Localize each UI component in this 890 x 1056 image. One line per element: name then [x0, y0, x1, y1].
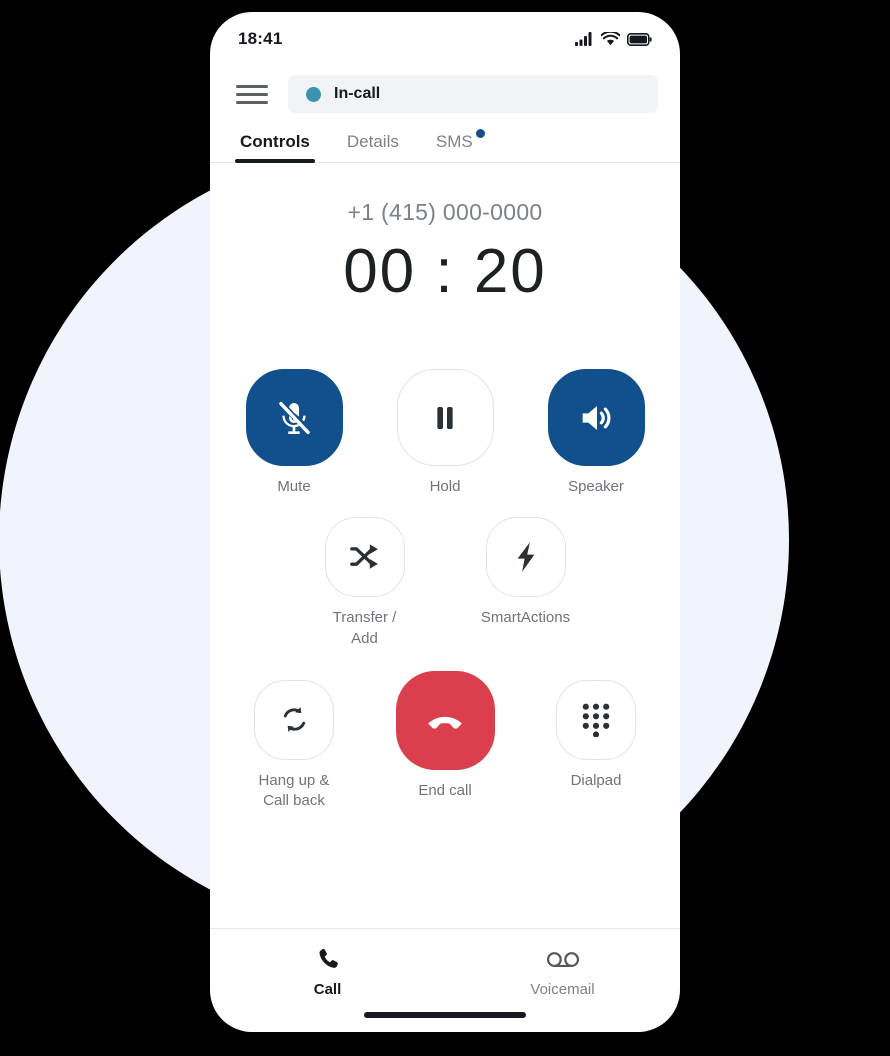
refresh-callback-icon [283, 707, 305, 733]
tab-controls-label: Controls [240, 132, 310, 151]
hold-button[interactable]: Hold [383, 369, 508, 497]
tab-details[interactable]: Details [345, 132, 401, 162]
hangup-callback-button[interactable]: Hang up & Call back [232, 671, 357, 812]
hold-button-surface [396, 369, 494, 466]
home-indicator [364, 1012, 526, 1018]
tab-controls[interactable]: Controls [235, 132, 315, 163]
tab-bar: Controls Details SMS [210, 122, 680, 163]
nav-item-call-label: Call [313, 981, 342, 998]
dialpad-icon [582, 703, 610, 737]
speaker-icon [582, 405, 611, 430]
dialpad-button[interactable]: Dialpad [534, 671, 659, 791]
transfer-add-button-surface [324, 517, 405, 598]
hold-button-label: Hold [429, 478, 461, 495]
transfer-add-button-label: Transfer / Add [333, 608, 397, 649]
wifi-icon [601, 32, 620, 46]
unread-badge-icon [475, 129, 485, 138]
lightning-bolt-icon [517, 542, 534, 572]
control-row-tertiary: Hang up & Call back End call Dialpad [210, 670, 680, 812]
status-dot-icon [306, 86, 321, 102]
phone-device-frame: 18:41 In-call Controls Details SMS +1 (4… [210, 12, 680, 1032]
hangup-callback-button-label: Hang up & Call back [259, 771, 330, 812]
microphone-muted-icon [279, 400, 311, 434]
tab-sms-label: SMS [435, 132, 473, 151]
dialpad-button-surface [556, 679, 636, 760]
caller-phone-number: +1 (415) 000-0000 [347, 199, 543, 225]
end-call-button-label: End call [418, 781, 472, 799]
call-control-grid: Mute Hold Speaker Transfer / Add SmartAc… [210, 369, 680, 811]
screenshot-root: 18:41 In-call Controls Details SMS +1 (4… [0, 0, 890, 1056]
shuffle-transfer-icon [349, 544, 378, 569]
app-header: In-call [210, 66, 680, 122]
mute-button-surface [245, 369, 343, 466]
mute-button[interactable]: Mute [232, 369, 357, 497]
call-duration-timer: 00 : 20 [343, 237, 547, 306]
status-bar: 18:41 [210, 12, 680, 66]
battery-full-icon [627, 32, 652, 46]
call-status-label: In-call [334, 85, 381, 102]
end-call-button-surface [395, 670, 495, 770]
cellular-signal-icon [575, 32, 592, 46]
mute-button-label: Mute [277, 478, 311, 495]
voicemail-icon [546, 952, 579, 967]
hamburger-menu-icon[interactable] [236, 84, 268, 104]
smartactions-button-label: SmartActions [480, 609, 571, 627]
pause-icon [437, 406, 453, 429]
speaker-button-label: Speaker [568, 478, 624, 495]
tab-details-label: Details [346, 132, 399, 151]
dialpad-button-label: Dialpad [570, 771, 622, 789]
speaker-button[interactable]: Speaker [534, 369, 659, 497]
speaker-button-surface [547, 369, 645, 466]
transfer-label-line2: Add [351, 629, 378, 647]
tab-sms[interactable]: SMS [434, 129, 485, 162]
control-row-secondary: Transfer / Add SmartActions [210, 517, 680, 649]
status-bar-icons [575, 32, 652, 46]
transfer-label-line1: Transfer / [332, 609, 397, 627]
nav-item-call[interactable]: Call [210, 946, 445, 998]
hangup-label-line1: Hang up & [258, 771, 330, 789]
call-controls-panel: +1 (415) 000-0000 00 : 20 Mute Hold Spea… [210, 163, 680, 928]
smartactions-button-surface [485, 517, 566, 598]
call-status-pill[interactable]: In-call [288, 75, 658, 113]
nav-item-voicemail[interactable]: Voicemail [445, 946, 680, 998]
hangup-callback-button-surface [254, 679, 334, 760]
hangup-label-line2: Call back [263, 792, 325, 809]
end-call-icon [428, 717, 462, 729]
status-bar-time: 18:41 [238, 29, 283, 48]
nav-item-voicemail-label: Voicemail [530, 981, 595, 998]
end-call-button[interactable]: End call [383, 670, 508, 801]
smartactions-button[interactable]: SmartActions [463, 517, 588, 649]
phone-icon [318, 948, 338, 968]
transfer-add-button[interactable]: Transfer / Add [302, 517, 427, 649]
control-row-primary: Mute Hold Speaker [210, 369, 680, 497]
